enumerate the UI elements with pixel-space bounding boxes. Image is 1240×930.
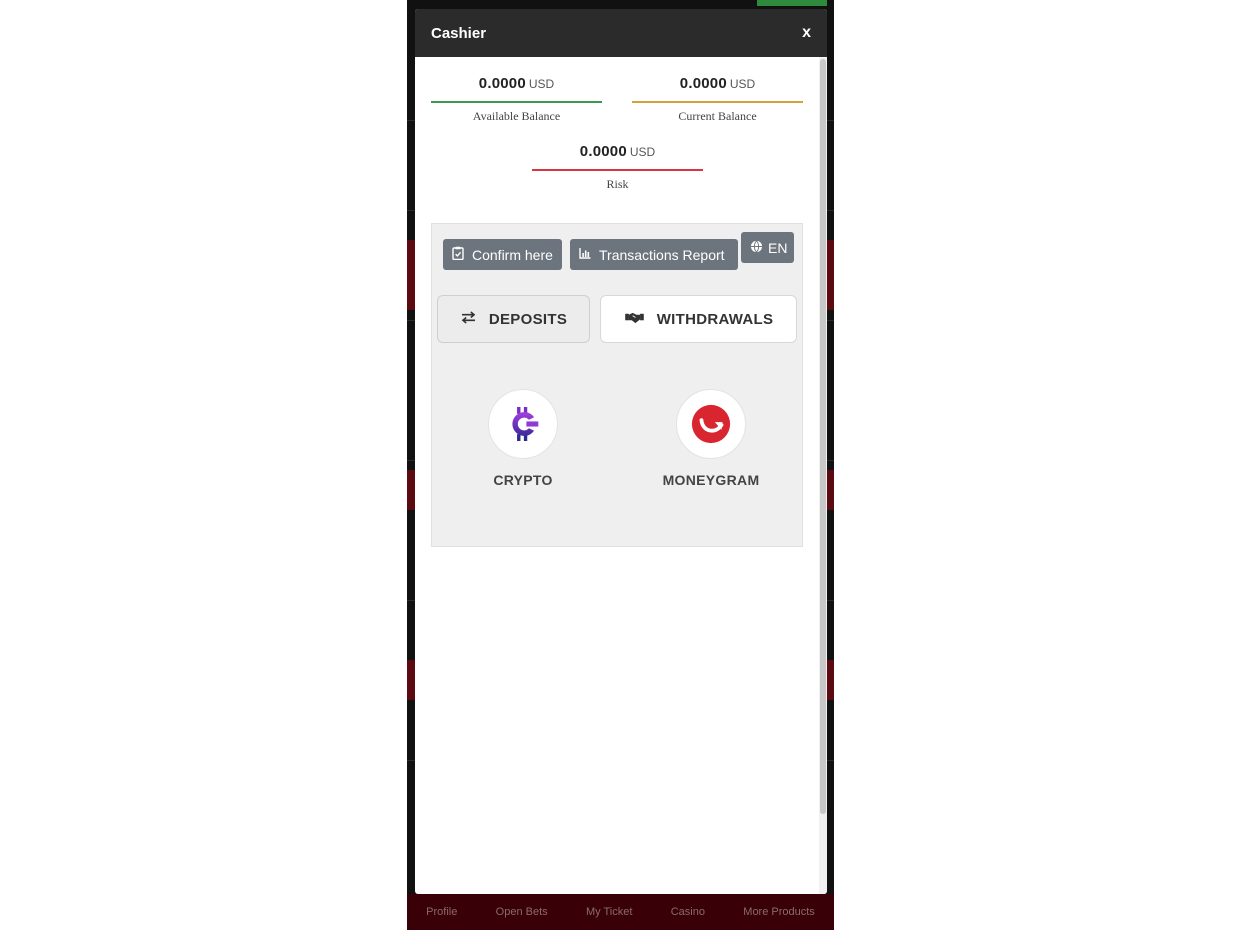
available-balance-amount: 0.0000 [478, 75, 526, 92]
confirm-here-label: Confirm here [472, 246, 553, 263]
close-button[interactable]: x [802, 24, 811, 42]
current-balance-underline [632, 101, 803, 103]
clipboard-check-icon [452, 246, 464, 263]
nav-more-products[interactable]: More Products [743, 906, 815, 918]
risk-label: Risk [606, 177, 629, 191]
modal-header: Cashier x [415, 9, 827, 57]
risk-underline [532, 169, 703, 171]
confirm-here-button[interactable]: Confirm here [443, 239, 562, 270]
background-accent [757, 0, 827, 6]
current-balance: 0.0000 USD Current Balance [632, 75, 803, 124]
handshake-icon [624, 311, 645, 328]
bottom-nav: Profile Open Bets My Ticket Casino More … [407, 894, 834, 930]
available-balance: 0.0000 USD Available Balance [431, 75, 602, 124]
nav-casino[interactable]: Casino [671, 906, 705, 918]
current-balance-label: Current Balance [678, 109, 757, 123]
nav-my-ticket[interactable]: My Ticket [586, 906, 632, 918]
globe-icon [750, 240, 763, 256]
modal-title: Cashier [431, 24, 487, 42]
transactions-report-button[interactable]: Transactions Report [570, 239, 738, 270]
cashier-panel: Confirm here Transactions Report EN DEPO… [431, 223, 803, 547]
bar-chart-icon [579, 246, 591, 263]
cashier-modal: Cashier x 0.0000 USD Available Balance 0.… [415, 9, 827, 894]
exchange-arrows-icon [460, 310, 477, 328]
tab-deposits[interactable]: DEPOSITS [437, 295, 590, 343]
tab-withdrawals-label: WITHDRAWALS [656, 310, 774, 328]
moneygram-logo-icon [676, 389, 746, 459]
language-button[interactable]: EN [741, 232, 794, 263]
risk-currency: USD [629, 145, 656, 159]
current-balance-amount: 0.0000 [679, 75, 727, 92]
method-moneygram[interactable]: MONEYGRAM [651, 389, 771, 488]
language-label: EN [768, 239, 788, 256]
transactions-report-label: Transactions Report [599, 246, 725, 263]
tab-deposits-label: DEPOSITS [488, 310, 568, 328]
risk-amount: 0.0000 [579, 143, 627, 160]
current-balance-currency: USD [729, 77, 756, 91]
method-crypto-label: CRYPTO [493, 472, 553, 488]
method-moneygram-label: MONEYGRAM [662, 472, 760, 488]
crypto-logo-icon [488, 389, 558, 459]
available-balance-label: Available Balance [472, 109, 561, 123]
available-balance-underline [431, 101, 602, 103]
nav-open-bets[interactable]: Open Bets [496, 906, 548, 918]
risk-balance: 0.0000 USD Risk [532, 143, 703, 192]
available-balance-currency: USD [528, 77, 555, 91]
method-crypto[interactable]: CRYPTO [463, 389, 583, 488]
tab-withdrawals[interactable]: WITHDRAWALS [600, 295, 797, 343]
balances-section: 0.0000 USD Available Balance 0.0000 USD Cu… [415, 57, 827, 222]
nav-profile[interactable]: Profile [426, 906, 457, 918]
